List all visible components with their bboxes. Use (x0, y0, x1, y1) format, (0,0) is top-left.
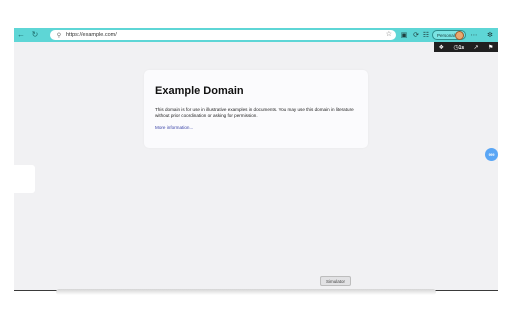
floating-button-label: 999 (488, 152, 495, 157)
avatar (455, 30, 464, 40)
timer-icon[interactable]: ◷1s (453, 44, 464, 51)
lock-icon: ⚲ (56, 32, 62, 39)
simulator-label: Simulator (325, 278, 345, 284)
example-domain-card: Example Domain This domain is for use in… (144, 70, 368, 148)
page-description: This domain is for use in illustrative e… (155, 107, 354, 118)
window-shadow (56, 289, 436, 295)
copilot-icon[interactable]: ✼ (484, 28, 496, 42)
page-viewport: Example Domain This domain is for use in… (14, 42, 498, 290)
browser-toolbar: ← ↻ ⚲ ☆ ▣ ⟳ ☷ Personal ⋯ ✼ (14, 28, 498, 42)
address-bar[interactable]: ⚲ ☆ (50, 30, 396, 40)
more-menu-icon[interactable]: ⋯ (468, 28, 480, 42)
timer-badge: 1s (458, 44, 465, 51)
browser-window: ← ↻ ⚲ ☆ ▣ ⟳ ☷ Personal ⋯ ✼ Example Domai… (14, 28, 498, 291)
extensions-bar: ❖ ◷1s ↗ ⚑ (434, 42, 498, 52)
url-input[interactable] (64, 30, 366, 40)
external-link-icon[interactable]: ↗ (474, 44, 479, 51)
flag-icon[interactable]: ⚑ (488, 44, 493, 51)
bookmark-star-icon[interactable]: ☆ (386, 30, 392, 40)
extension-icon[interactable]: ▣ (398, 28, 410, 42)
side-panel-handle[interactable] (14, 165, 35, 193)
floating-assistant-button[interactable]: 999 (485, 148, 498, 161)
back-icon[interactable]: ← (14, 28, 28, 42)
more-information-link[interactable]: More information... (155, 125, 193, 130)
simulator-button[interactable]: Simulator (320, 276, 351, 286)
profile-label: Personal (437, 32, 455, 38)
profile-button[interactable]: Personal (432, 30, 466, 40)
page-title: Example Domain (155, 85, 244, 97)
refresh-icon[interactable]: ↻ (28, 28, 42, 42)
puzzle-icon[interactable]: ❖ (439, 44, 444, 51)
split-screen-icon[interactable]: ☷ (420, 28, 432, 42)
